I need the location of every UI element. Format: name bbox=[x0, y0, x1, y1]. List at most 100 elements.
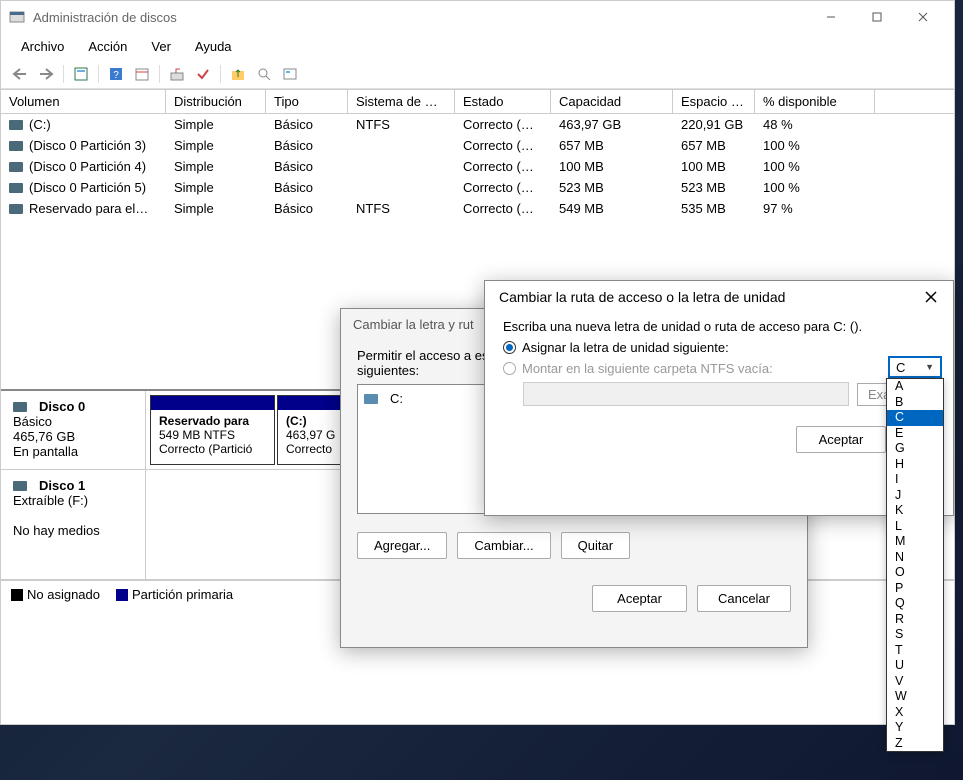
disk-name: Disco 1 bbox=[39, 478, 85, 493]
dropdown-option[interactable]: U bbox=[887, 658, 943, 674]
menu-accion[interactable]: Acción bbox=[76, 35, 139, 58]
dropdown-option[interactable]: M bbox=[887, 534, 943, 550]
col-volumen[interactable]: Volumen bbox=[1, 90, 166, 113]
folder-up-icon[interactable] bbox=[227, 64, 249, 84]
volume-icon bbox=[9, 204, 23, 214]
dropdown-option[interactable]: H bbox=[887, 457, 943, 473]
dropdown-option[interactable]: S bbox=[887, 627, 943, 643]
remove-button[interactable]: Quitar bbox=[561, 532, 630, 559]
separator bbox=[220, 65, 221, 83]
search-icon[interactable] bbox=[253, 64, 275, 84]
change-button[interactable]: Cambiar... bbox=[457, 532, 550, 559]
dropdown-option[interactable]: C bbox=[887, 410, 943, 426]
menu-ayuda[interactable]: Ayuda bbox=[183, 35, 244, 58]
back-icon[interactable] bbox=[9, 64, 31, 84]
partition-reserved[interactable]: Reservado para 549 MB NTFS Correcto (Par… bbox=[150, 395, 275, 465]
dropdown-option[interactable]: N bbox=[887, 550, 943, 566]
partition-header bbox=[151, 396, 274, 410]
ok-button[interactable]: Aceptar bbox=[592, 585, 687, 612]
separator bbox=[159, 65, 160, 83]
table-row[interactable]: (Disco 0 Partición 5) Simple Básico Corr… bbox=[1, 177, 954, 198]
dropdown-option[interactable]: A bbox=[887, 379, 943, 395]
col-capacidad[interactable]: Capacidad bbox=[551, 90, 673, 113]
col-distribucion[interactable]: Distribución bbox=[166, 90, 266, 113]
cell-dist: Simple bbox=[166, 115, 266, 134]
dropdown-option[interactable]: G bbox=[887, 441, 943, 457]
table-row[interactable]: (Disco 0 Partición 3) Simple Básico Corr… bbox=[1, 135, 954, 156]
col-disponible[interactable]: % disponible bbox=[755, 90, 875, 113]
cell-est: Correcto (… bbox=[455, 115, 551, 134]
dropdown-option[interactable]: P bbox=[887, 581, 943, 597]
calendar-icon[interactable] bbox=[131, 64, 153, 84]
drive-letter-dropdown[interactable]: ABCEGHIJKLMNOPQRSTUVWXYZ bbox=[886, 378, 944, 752]
legend-square-primary bbox=[116, 589, 128, 601]
partition-size: 549 MB NTFS bbox=[159, 428, 266, 442]
action1-icon[interactable] bbox=[166, 64, 188, 84]
refresh-icon[interactable] bbox=[70, 64, 92, 84]
cancel-button[interactable]: Cancelar bbox=[697, 585, 791, 612]
dropdown-option[interactable]: X bbox=[887, 705, 943, 721]
app-icon bbox=[9, 9, 25, 25]
close-button[interactable] bbox=[923, 289, 939, 305]
menu-ver[interactable]: Ver bbox=[139, 35, 183, 58]
dropdown-option[interactable]: B bbox=[887, 395, 943, 411]
svg-text:?: ? bbox=[113, 70, 119, 81]
dialog-instruction: Escriba una nueva letra de unidad o ruta… bbox=[503, 319, 935, 334]
forward-icon[interactable] bbox=[35, 64, 57, 84]
dropdown-option[interactable]: V bbox=[887, 674, 943, 690]
maximize-button[interactable] bbox=[854, 2, 900, 32]
close-button[interactable] bbox=[900, 2, 946, 32]
disk-size: 465,76 GB bbox=[13, 429, 133, 444]
dropdown-option[interactable]: W bbox=[887, 689, 943, 705]
option-label: Asignar la letra de unidad siguiente: bbox=[522, 340, 729, 355]
cell-esp: 535 MB bbox=[673, 199, 755, 218]
dropdown-option[interactable]: Y bbox=[887, 720, 943, 736]
partition-c[interactable]: (C:) 463,97 G Correcto bbox=[277, 395, 347, 465]
folder-path-input bbox=[523, 382, 849, 406]
dropdown-option[interactable]: O bbox=[887, 565, 943, 581]
partition-status: Correcto bbox=[286, 442, 338, 456]
dropdown-option[interactable]: L bbox=[887, 519, 943, 535]
col-sistema[interactable]: Sistema de … bbox=[348, 90, 455, 113]
minimize-button[interactable] bbox=[808, 2, 854, 32]
dropdown-option[interactable]: Z bbox=[887, 736, 943, 752]
table-header: Volumen Distribución Tipo Sistema de … E… bbox=[1, 89, 954, 114]
table-row[interactable]: (C:) Simple Básico NTFS Correcto (… 463,… bbox=[1, 114, 954, 135]
col-espacio[interactable]: Espacio … bbox=[673, 90, 755, 113]
cell-esp: 523 MB bbox=[673, 178, 755, 197]
menu-archivo[interactable]: Archivo bbox=[9, 35, 76, 58]
partition-name: Reservado para bbox=[159, 414, 266, 428]
drive-letter-select[interactable]: C ▼ bbox=[888, 356, 942, 378]
dropdown-option[interactable]: I bbox=[887, 472, 943, 488]
radio-selected-icon bbox=[503, 341, 516, 354]
dropdown-option[interactable]: E bbox=[887, 426, 943, 442]
drive-icon bbox=[364, 394, 378, 404]
dropdown-option[interactable]: R bbox=[887, 612, 943, 628]
table-row[interactable]: (Disco 0 Partición 4) Simple Básico Corr… bbox=[1, 156, 954, 177]
cell-esp: 657 MB bbox=[673, 136, 755, 155]
table-row[interactable]: Reservado para el… Simple Básico NTFS Co… bbox=[1, 198, 954, 219]
dropdown-option[interactable]: K bbox=[887, 503, 943, 519]
check-icon[interactable] bbox=[192, 64, 214, 84]
mount-folder-option[interactable]: Montar en la siguiente carpeta NTFS vací… bbox=[503, 361, 935, 376]
cell-est: Correcto (… bbox=[455, 136, 551, 155]
cell-pct: 97 % bbox=[755, 199, 875, 218]
cell-sist: NTFS bbox=[348, 199, 455, 218]
cell-volumen: Reservado para el… bbox=[29, 201, 148, 216]
help-icon[interactable]: ? bbox=[105, 64, 127, 84]
ok-button[interactable]: Aceptar bbox=[796, 426, 887, 453]
col-estado[interactable]: Estado bbox=[455, 90, 551, 113]
disk-icon bbox=[13, 481, 27, 491]
dropdown-option[interactable]: J bbox=[887, 488, 943, 504]
cell-pct: 100 % bbox=[755, 178, 875, 197]
dropdown-option[interactable]: Q bbox=[887, 596, 943, 612]
dropdown-option[interactable]: T bbox=[887, 643, 943, 659]
assign-letter-option[interactable]: Asignar la letra de unidad siguiente: bbox=[503, 340, 935, 355]
properties-icon[interactable] bbox=[279, 64, 301, 84]
disk-icon bbox=[13, 402, 27, 412]
change-path-dialog: Cambiar la ruta de acceso o la letra de … bbox=[484, 280, 954, 516]
legend-square-unassigned bbox=[11, 589, 23, 601]
col-tipo[interactable]: Tipo bbox=[266, 90, 348, 113]
add-button[interactable]: Agregar... bbox=[357, 532, 447, 559]
volume-icon bbox=[9, 141, 23, 151]
